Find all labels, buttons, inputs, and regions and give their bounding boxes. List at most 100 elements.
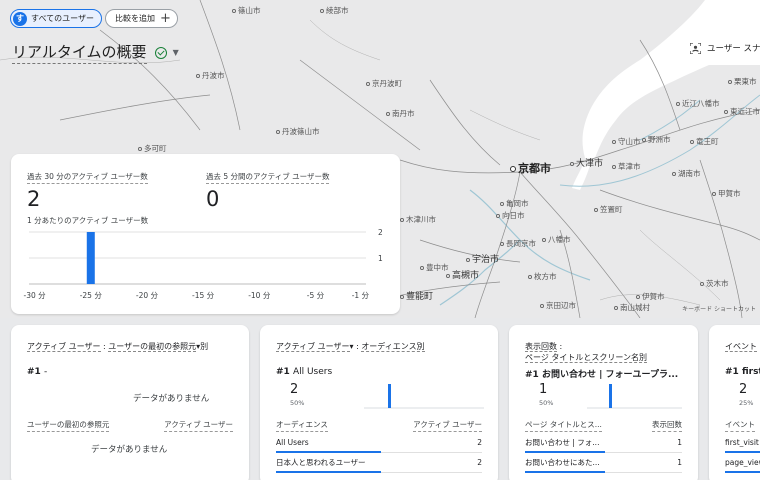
chart-x-tick-label: -10 分 [248,291,271,300]
table-header: オーディエンス アクティブ ユーザー [276,419,482,432]
map-city-label: 枚方市 [528,273,557,281]
map-city-label: 八幡市 [542,236,571,244]
column-header[interactable]: アクティブ ユーザー [164,419,233,432]
rank-number: #1 [27,367,41,377]
map-city-label: 甲賀市 [712,190,741,198]
check-circle-icon[interactable] [154,46,167,59]
top-rank: #1 お問い合わせ | フォーユープラ... [525,367,690,380]
map-city-label: 栗東市 [728,78,757,86]
card-title-dimension[interactable]: ユーザーの最初の参照元 [108,342,197,352]
top-value: 1 [539,382,548,397]
chart-x-tick-label: -20 分 [136,291,159,300]
active-users-30min-label[interactable]: 過去 30 分のアクティブ ユーザー数 [27,171,148,184]
active-users-5min-value: 0 [206,187,220,211]
row-bar [725,471,760,473]
top-percent: 25% [739,399,754,407]
table-header: ユーザーの最初の参照元 アクティブ ユーザー [27,419,233,432]
card-title-suffix: 別 [200,342,209,351]
first-source-card: アクティブ ユーザー : ユーザーの最初の参照元▾別 #1 - データがありませ… [11,325,249,480]
card-title-metric[interactable]: アクティブ ユーザー [276,342,350,352]
table-row[interactable]: お問い合わせ | フォ... 1 [525,433,682,453]
top-rank: #1 - [27,367,47,377]
card-title-metric[interactable]: 表示回数 [525,342,557,352]
table-row[interactable]: All Users 2 [276,433,482,453]
table-header: ページ タイトルとス... 表示回数 [525,419,682,432]
chart-bar[interactable] [86,232,95,284]
column-header[interactable]: ページ タイトルとス... [525,419,602,432]
top-percent: 50% [290,399,305,407]
add-comparison-label: 比較を追加 [115,14,155,23]
map-city-label: 近江八幡市 [676,100,720,108]
sparkline-bar [609,384,612,408]
map-city-label: 湖南市 [672,170,701,178]
no-data-message: データがありません [133,394,210,404]
sparkline-bar [388,384,391,408]
rank-number: #1 [276,367,290,377]
chart-x-tick-label: -15 分 [192,291,215,300]
first-source-card-title[interactable]: アクティブ ユーザー : ユーザーの最初の参照元▾別 [27,342,208,353]
table-row[interactable]: お問い合わせにあた... 1 [525,453,682,473]
active-users-card: 過去 30 分のアクティブ ユーザー数 2 過去 5 分間のアクティブ ユーザー… [11,154,400,314]
map-city-label: 茨木市 [700,280,729,288]
events-card: イベント #1 first_ 2 25% イベント first_visit pa… [709,325,760,480]
column-header[interactable]: オーディエンス [276,419,328,432]
per-minute-label: 1 分あたりのアクティブ ユーザー数 [27,216,149,225]
rank-value: first_ [741,367,760,377]
card-title-metric[interactable]: アクティブ ユーザー [27,342,101,352]
sparkline [587,384,682,409]
row-name: page_view [725,458,760,467]
rank-value: All Users [292,367,333,377]
table-row[interactable]: page_view [725,453,760,473]
views-card-title[interactable]: 表示回数 : ページ タイトルとスクリーン名別 [525,342,647,364]
map-city-label: 宇治市 [466,256,499,265]
column-header[interactable]: ユーザーの最初の参照元 [27,419,110,432]
map-city-label: 丹波市 [196,72,225,80]
card-title-metric[interactable]: イベント [725,342,757,352]
chart-x-tick-label: -25 分 [80,291,103,300]
events-card-title[interactable]: イベント [725,342,757,353]
segment-avatar-icon: す [13,11,27,26]
rank-value: - [43,367,48,377]
audience-card: アクティブ ユーザー▾ : オーディエンス別 #1 All Users 2 50… [260,325,498,480]
row-value: 2 [477,458,482,467]
active-users-5min-label[interactable]: 過去 5 分間のアクティブ ユーザー数 [206,171,330,184]
column-header[interactable]: 表示回数 [652,419,682,432]
card-title-dimension[interactable]: ページ タイトルとスクリーン名別 [525,352,647,363]
add-comparison-button[interactable]: 比較を追加 + [105,9,178,28]
column-header[interactable]: アクティブ ユーザー [413,419,482,432]
card-title-dimension[interactable]: オーディエンス別 [361,342,425,352]
page-title: リアルタイムの概要 ▼ [12,41,179,64]
page-title-text: リアルタイムの概要 [12,41,147,64]
map-city-label: 野洲市 [642,136,671,144]
caret-down-icon[interactable]: ▼ [173,48,179,57]
no-data-message: データがありません [91,445,168,455]
row-name: お問い合わせ | フォ... [525,438,600,447]
chart-x-tick-label: -1 分 [352,291,370,300]
user-snapshot-button[interactable]: ユーザー スナ [680,31,760,65]
per-minute-bar-chart[interactable]: 2 1 -30 分 -25 分 -20 分 -15 分 -10 分 -5 分 -1 分 [21,226,396,306]
table-row[interactable]: first_visit [725,433,760,453]
map-city-label: 守山市 [612,138,641,146]
segment-chip-all-users[interactable]: す すべてのユーザー [10,9,102,28]
map-city-label: 東近江市 [724,108,760,116]
chart-x-tick-label: -30 分 [24,291,47,300]
row-name: お問い合わせにあた... [525,458,600,467]
column-header[interactable]: イベント [725,419,755,432]
map-city-label: 高槻市 [446,272,479,281]
audience-card-title[interactable]: アクティブ ユーザー▾ : オーディエンス別 [276,342,425,353]
map-city-label: 南丹市 [386,110,415,118]
map-city-label: 木津川市 [400,216,436,224]
plus-icon: + [160,11,171,26]
map-city-label: 大津市 [570,160,603,169]
map-city-label: 向日市 [496,212,525,220]
row-bar [276,471,381,473]
active-users-30min-value: 2 [27,187,41,211]
map-attribution[interactable]: キーボード ショートカット [682,304,756,313]
map-city-label: 綾部市 [320,7,349,15]
map-city-label-kyoto: 京都市 [510,163,551,174]
focus-frame-icon [690,42,701,54]
row-value: 2 [477,438,482,447]
chart-x-tick-label: -5 分 [307,291,325,300]
views-card: 表示回数 : ページ タイトルとスクリーン名別 #1 お問い合わせ | フォーユ… [509,325,698,480]
table-row[interactable]: 日本人と思われるユーザー 2 [276,453,482,473]
